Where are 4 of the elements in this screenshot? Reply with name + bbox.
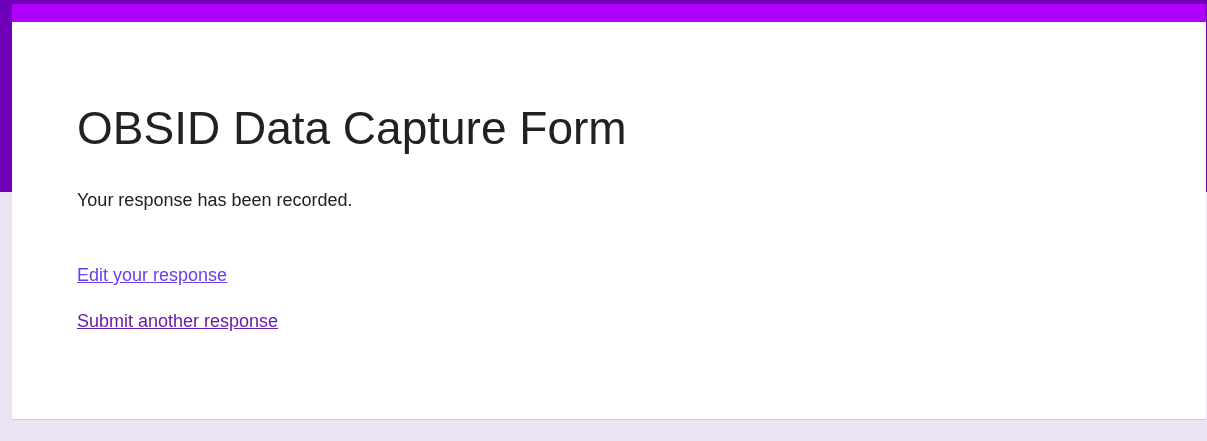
response-link[interactable]: Edit your response — [77, 262, 228, 288]
form-title: OBSID Data Capture Form — [77, 101, 628, 156]
confirmation-message: Your response has been recorded. — [77, 189, 354, 212]
response-link[interactable]: Submit another response — [77, 308, 279, 334]
